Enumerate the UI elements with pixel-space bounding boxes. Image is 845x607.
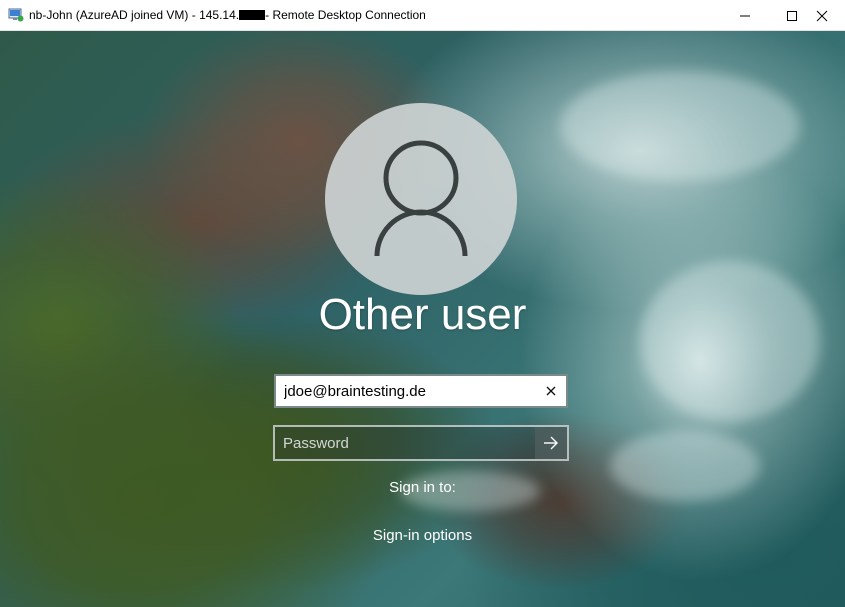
minimize-icon [740,15,750,16]
email-input[interactable] [276,376,538,406]
water-foam [560,71,800,181]
remote-desktop-icon [8,8,24,22]
user-icon [374,140,468,257]
password-field[interactable] [273,425,569,461]
submit-button[interactable] [535,427,567,459]
clear-x-icon [546,386,556,396]
password-input[interactable] [275,427,535,459]
minimize-button[interactable] [722,0,768,31]
window-title-suffix: - Remote Desktop Connection [265,8,426,22]
window-title-prefix: nb-John (AzureAD joined VM) - 145.14. [29,8,240,22]
sign-in-to-label: Sign in to: [389,479,456,496]
sign-in-options-link[interactable]: Sign-in options [0,527,845,544]
water-foam [640,261,820,421]
clear-email-button[interactable] [540,380,562,402]
lock-screen-background: Other user Sign in to: Sign-in options [0,31,845,607]
title-bar: nb-John (AzureAD joined VM) - 145.14. - R… [0,0,845,31]
username-label: Other user [318,290,527,339]
maximize-icon [787,10,797,21]
arrow-right-icon [544,436,558,450]
email-field[interactable] [274,374,568,408]
user-avatar [325,103,517,295]
redacted-ip [239,10,266,20]
window-title: nb-John (AzureAD joined VM) - 145.14. - R… [29,8,426,22]
close-button[interactable] [799,0,845,31]
close-icon [816,10,828,21]
